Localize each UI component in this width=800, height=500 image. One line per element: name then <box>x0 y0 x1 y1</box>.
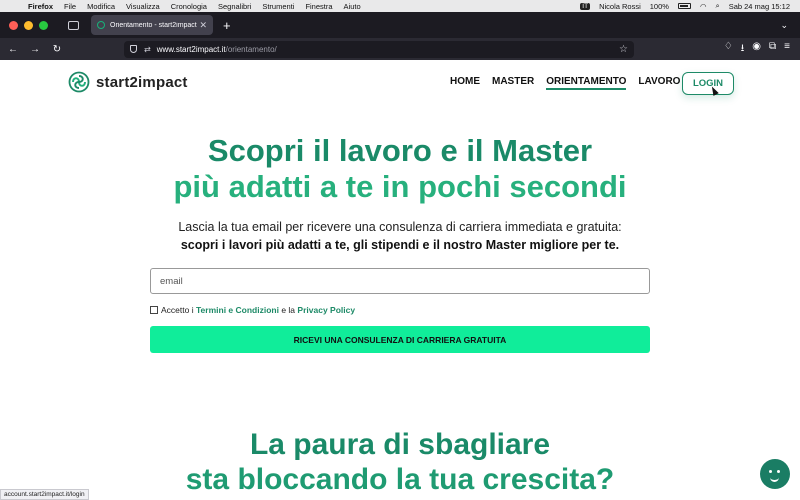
consent-and: e la <box>281 305 296 315</box>
forward-icon[interactable]: → <box>24 44 46 55</box>
favicon-icon <box>97 21 105 29</box>
menu-finestra[interactable]: Finestra <box>305 2 332 11</box>
clock[interactable]: Sab 24 mag 15:12 <box>729 2 790 11</box>
address-bar[interactable]: ⇄ www.start2impact.it/orientamento/ ☆ <box>124 40 634 58</box>
downloads-icon[interactable]: ⭳ <box>741 41 745 58</box>
menu-segnalibri[interactable]: Segnalibri <box>218 2 251 11</box>
email-field[interactable]: email <box>150 268 650 294</box>
section-title-line-2: sta bloccando la tua crescita? <box>185 463 615 496</box>
hero-subtitle: Lascia la tua email per ricevere una con… <box>0 218 800 254</box>
brand[interactable]: start2impact <box>68 71 188 93</box>
menu-cronologia[interactable]: Cronologia <box>171 2 207 11</box>
back-icon[interactable]: ← <box>2 44 24 55</box>
menu-modifica[interactable]: Modifica <box>87 2 115 11</box>
chevron-down-icon[interactable]: ⌄ <box>780 20 788 31</box>
tab-overview-icon[interactable] <box>68 20 79 30</box>
main-nav: HOME MASTER ORIENTAMENTO LAVORO <box>450 76 680 90</box>
menu-file[interactable]: File <box>64 2 76 11</box>
shield-icon[interactable] <box>130 45 137 53</box>
tab-bar: Orientamento - start2impact ✕ + ⌄ <box>0 12 800 38</box>
menu-visualizza[interactable]: Visualizza <box>126 2 160 11</box>
nav-lavoro[interactable]: LAVORO <box>638 76 680 90</box>
search-icon[interactable]: ⌕ <box>716 1 720 11</box>
toolbar-actions: ♢ ⭳ ◉ ⧉ ≡ <box>724 41 800 58</box>
consent-checkbox[interactable] <box>150 306 158 314</box>
hero-subtitle-line-2: scopri i lavori più adatti a te, gli sti… <box>180 238 620 252</box>
tab-orientamento[interactable]: Orientamento - start2impact ✕ <box>91 15 213 35</box>
section-title: La paura di sbagliare sta bloccando la t… <box>0 427 800 497</box>
page-viewport: start2impact HOME MASTER ORIENTAMENTO LA… <box>0 60 800 500</box>
hero-title: Scopri il lavoro e il Master più adatti … <box>0 133 800 205</box>
chat-icon[interactable] <box>760 459 790 489</box>
wifi-icon[interactable]: ◠ <box>700 2 707 11</box>
zoom-window-button[interactable] <box>39 20 48 30</box>
hero-title-line-2: più adatti a te in pochi secondi <box>173 169 627 204</box>
new-tab-button[interactable]: + <box>223 18 231 33</box>
status-url: account.start2impact.it/login <box>0 489 89 500</box>
battery-icon[interactable] <box>677 3 691 9</box>
nav-home[interactable]: HOME <box>450 76 480 90</box>
logo-icon <box>68 71 90 93</box>
permissions-icon[interactable]: ⇄ <box>144 45 151 54</box>
hero-title-line-1: Scopri il lavoro e il Master <box>207 133 593 168</box>
window-controls <box>9 20 48 30</box>
menu-icon[interactable]: ≡ <box>784 41 790 58</box>
privacy-link[interactable]: Privacy Policy <box>297 305 355 315</box>
menu-firefox[interactable]: Firefox <box>28 2 53 11</box>
url-path: /orientamento/ <box>225 44 277 54</box>
battery-percent: 100% <box>649 1 669 11</box>
app-menu: Firefox File Modifica Visualizza Cronolo… <box>28 2 361 11</box>
bookmark-star-icon[interactable]: ☆ <box>619 44 628 55</box>
brand-name: start2impact <box>96 73 188 91</box>
extensions-icon[interactable]: ⧉ <box>769 41 776 58</box>
hero-subtitle-line-1: Lascia la tua email per ricevere una con… <box>178 220 622 234</box>
input-source[interactable]: IT <box>580 2 591 10</box>
menu-strumenti[interactable]: Strumenti <box>262 2 294 11</box>
consent-row: Accetto i Termini e Condizioni e la Priv… <box>150 305 355 315</box>
user-name[interactable]: Nicola Rossi <box>599 2 641 11</box>
navigation-toolbar: ← → ↻ ⇄ www.start2impact.it/orientamento… <box>0 38 800 60</box>
macos-menu-bar: Firefox File Modifica Visualizza Cronolo… <box>0 0 800 12</box>
consultation-button[interactable]: RICEVI UNA CONSULENZA DI CARRIERA GRATUI… <box>150 326 650 353</box>
url-host: www.start2impact.it <box>156 44 226 54</box>
login-button[interactable]: LOGIN <box>682 72 734 95</box>
pocket-icon[interactable]: ♢ <box>724 41 733 58</box>
account-icon[interactable]: ◉ <box>752 41 761 58</box>
terms-link[interactable]: Termini e Condizioni <box>196 305 279 315</box>
close-window-button[interactable] <box>9 20 18 30</box>
nav-master[interactable]: MASTER <box>492 76 534 90</box>
minimize-window-button[interactable] <box>24 20 33 30</box>
status-menus: IT Nicola Rossi 100% ◠ ⌕ Sab 24 mag 15:1… <box>580 1 800 11</box>
menu-aiuto[interactable]: Aiuto <box>344 2 361 11</box>
consent-prefix: Accetto i <box>161 305 194 315</box>
section-title-line-1: La paura di sbagliare <box>249 428 551 461</box>
tab-title: Orientamento - start2impact <box>110 21 197 29</box>
close-tab-icon[interactable]: ✕ <box>199 20 207 31</box>
nav-orientamento[interactable]: ORIENTAMENTO <box>546 76 627 90</box>
reload-icon[interactable]: ↻ <box>46 44 68 55</box>
